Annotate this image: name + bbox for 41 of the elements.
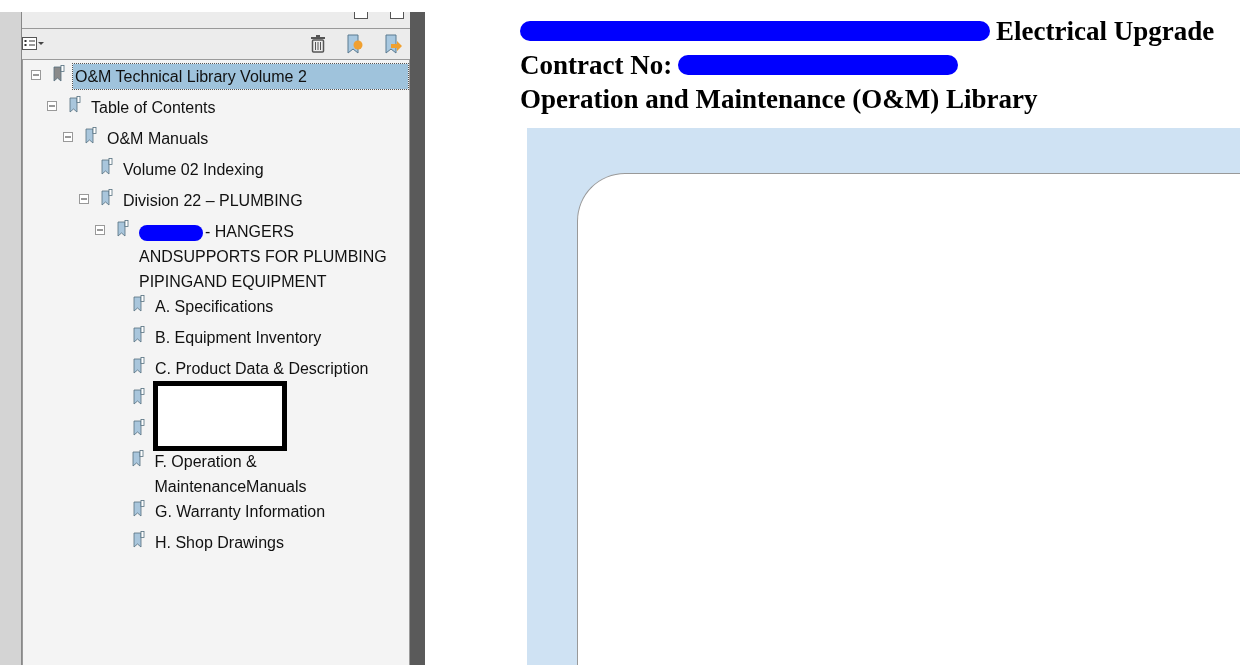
- bookmark-item[interactable]: - HANGERS ANDSUPPORTS FOR PLUMBING PIPINGAND EQUIPMENT: [137, 219, 403, 294]
- panel-button[interactable]: [354, 12, 368, 19]
- bookmark-item[interactable]: B. Equipment Inventory: [153, 325, 324, 350]
- bookmark-item[interactable]: Table of Contents: [89, 95, 218, 120]
- bookmark-arrow-icon[interactable]: [384, 34, 402, 54]
- panel-button[interactable]: [390, 12, 404, 19]
- bookmark-icon: [117, 220, 129, 238]
- document-heading: Electrical Upgrade: [996, 15, 1215, 47]
- bookmark-icon: [133, 357, 145, 375]
- bookmark-icon: [133, 326, 145, 344]
- bookmark-icon: [85, 127, 97, 145]
- bookmark-item[interactable]: O&M Technical Library Volume 2: [73, 64, 408, 89]
- trash-icon[interactable]: [310, 35, 326, 53]
- bookmark-item[interactable]: O&M Manuals: [105, 126, 211, 151]
- bookmark-item[interactable]: Volume 02 Indexing: [121, 157, 266, 182]
- bookmark-icon: [69, 96, 81, 114]
- bookmark-item[interactable]: H. Shop Drawings: [153, 530, 286, 555]
- bookmark-icon: [133, 500, 145, 518]
- collapse-icon[interactable]: [31, 70, 41, 80]
- collapse-icon[interactable]: [47, 101, 57, 111]
- bookmark-star-icon[interactable]: [346, 34, 364, 54]
- document-heading: Operation and Maintenance (O&M) Library: [520, 83, 1038, 115]
- bookmark-item[interactable]: C. Product Data & Description: [153, 356, 371, 381]
- bookmark-icon: [53, 65, 65, 83]
- bookmark-icon: [132, 450, 145, 468]
- bookmark-icon: [133, 295, 145, 313]
- bookmark-icon: [101, 189, 113, 207]
- bookmark-item[interactable]: G. Warranty Information: [153, 499, 328, 524]
- bookmark-item[interactable]: Division 22 – PLUMBING: [121, 188, 305, 213]
- panel-scrollbar[interactable]: [410, 12, 425, 665]
- bookmark-icon: [101, 158, 113, 176]
- bookmark-icon: [133, 419, 145, 437]
- collapse-icon[interactable]: [63, 132, 73, 142]
- bookmark-item[interactable]: A. Specifications: [153, 294, 276, 319]
- options-icon[interactable]: [22, 37, 44, 51]
- collapse-icon[interactable]: [95, 225, 105, 235]
- bookmark-icon: [133, 388, 145, 406]
- bookmark-icon: [133, 531, 145, 549]
- bookmark-item[interactable]: F. Operation & MaintenanceManuals: [152, 449, 409, 499]
- document-heading: Contract No:: [520, 49, 673, 81]
- collapse-icon[interactable]: [79, 194, 89, 204]
